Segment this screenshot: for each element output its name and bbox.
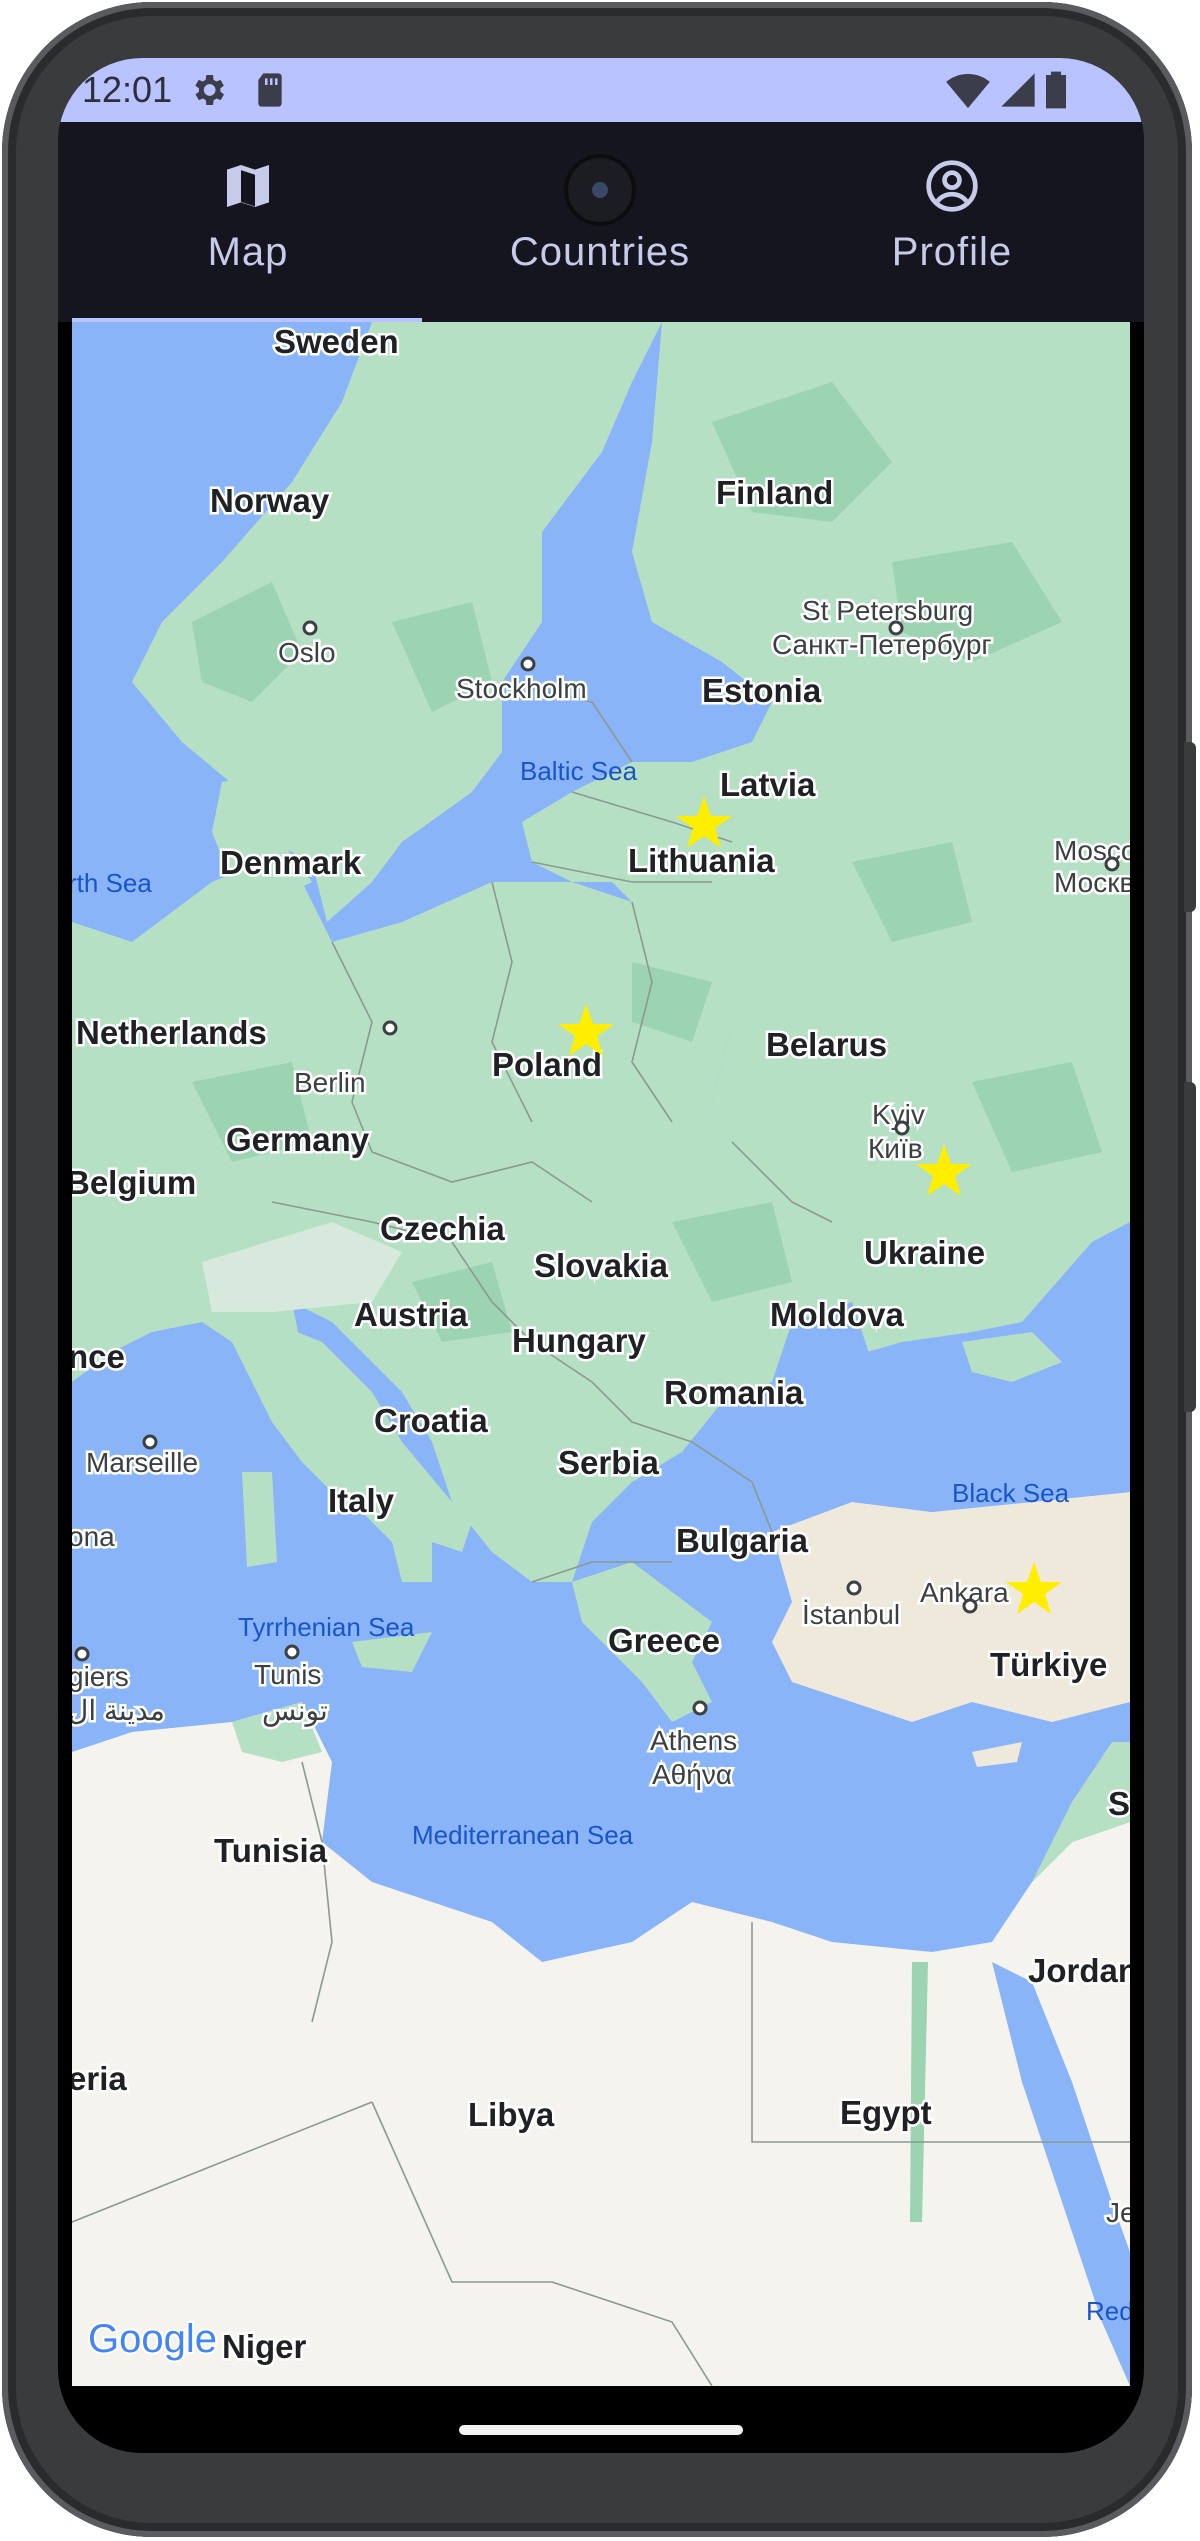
map-view[interactable]: Sweden Norway Finland Estonia Latvia Lit… (72, 322, 1130, 2386)
label-turkiye: Türkiye (990, 1646, 1107, 1683)
label-sweden: Sweden (274, 323, 399, 360)
label-ukraine: Ukraine (864, 1234, 985, 1271)
battery-icon (1046, 71, 1066, 109)
tab-profile[interactable]: Profile (776, 122, 1128, 318)
home-gesture-handle[interactable] (459, 2425, 743, 2435)
label-tunisia: Tunisia (214, 1832, 328, 1869)
label-greece: Greece (608, 1622, 720, 1659)
sim-card-icon (258, 73, 282, 107)
tab-map[interactable]: Map (72, 122, 424, 318)
label-france-partial: nce (72, 1338, 125, 1375)
label-kyiv-ua: Київ (868, 1133, 923, 1164)
land-sardinia (242, 1472, 277, 1567)
label-estonia: Estonia (702, 672, 822, 709)
front-camera (568, 158, 632, 222)
google-logo: Google (88, 2317, 217, 2361)
power-button (1184, 742, 1196, 912)
label-italy: Italy (328, 1482, 395, 1519)
label-mediterranean-sea: Mediterranean Sea (412, 1820, 634, 1850)
screen: 12:01 Map Countries Profile Sweden Norwa… (58, 58, 1144, 2453)
label-denmark: Denmark (220, 844, 362, 881)
label-jeddah-partial: Je (1106, 2197, 1130, 2228)
tab-countries-label: Countries (509, 230, 691, 274)
label-lithuania: Lithuania (628, 842, 775, 879)
label-marseille: Marseille (86, 1447, 198, 1478)
label-stockholm: Stockholm (456, 673, 587, 704)
gear-icon (195, 75, 224, 105)
label-netherlands: Netherlands (76, 1014, 267, 1051)
navigation-bar (58, 2386, 1144, 2453)
label-athens: Athens (650, 1725, 737, 1756)
label-slovakia: Slovakia (534, 1247, 669, 1284)
label-algeria-partial: eria (72, 2060, 127, 2097)
label-egypt: Egypt (840, 2094, 932, 2131)
label-sankt-peterburg: Санкт-Петербург (772, 629, 992, 660)
status-bar: 12:01 (58, 58, 1144, 122)
label-belgium: Belgium (72, 1164, 196, 1201)
volume-rocker (1184, 1082, 1196, 1412)
label-tyrrhenian-sea: Tyrrhenian Sea (238, 1612, 415, 1642)
label-romania: Romania (664, 1374, 804, 1411)
label-syria-partial: S (1108, 1785, 1130, 1822)
label-barcelona-partial: ona (72, 1521, 115, 1552)
label-tunis: Tunis (254, 1659, 321, 1690)
tab-map-label: Map (207, 230, 289, 274)
label-finland: Finland (716, 474, 833, 511)
label-st-petersburg: St Petersburg (802, 595, 973, 626)
label-oslo: Oslo (278, 637, 336, 668)
label-north-sea-partial: rth Sea (72, 868, 152, 898)
map-canvas[interactable]: Sweden Norway Finland Estonia Latvia Lit… (72, 322, 1130, 2386)
label-belarus: Belarus (766, 1026, 887, 1063)
label-niger: Niger (222, 2328, 307, 2365)
label-croatia: Croatia (374, 1402, 488, 1439)
label-istanbul: İstanbul (802, 1599, 900, 1630)
status-time: 12:01 (82, 69, 173, 110)
label-algiers-ar-partial: مدينة ال (72, 1695, 165, 1726)
label-norway: Norway (210, 482, 330, 519)
cell-signal-icon (1001, 73, 1035, 107)
label-baltic-sea: Baltic Sea (520, 756, 638, 786)
account-circle-icon (926, 160, 978, 212)
label-berlin: Berlin (294, 1067, 366, 1098)
label-moskva: Москва (1054, 867, 1130, 898)
label-bulgaria: Bulgaria (676, 1522, 809, 1559)
label-germany: Germany (226, 1121, 370, 1158)
label-czechia: Czechia (380, 1210, 505, 1247)
label-black-sea: Black Sea (952, 1478, 1070, 1508)
label-red-sea-partial: Red (1086, 2296, 1130, 2326)
label-austria: Austria (354, 1296, 468, 1333)
label-tunis-ar: تونس (262, 1695, 328, 1727)
phone-frame: 12:01 Map Countries Profile Sweden Norwa… (2, 2, 1196, 2537)
top-tab-bar: Map Countries Profile (58, 122, 1144, 324)
label-jordan: Jordan (1028, 1952, 1130, 1989)
label-hungary: Hungary (512, 1322, 647, 1359)
label-latvia: Latvia (720, 766, 816, 803)
label-athina: Αθήνα (652, 1759, 732, 1790)
map-icon (227, 165, 269, 207)
label-serbia: Serbia (558, 1444, 660, 1481)
label-algiers-partial: giers (72, 1661, 129, 1692)
tab-profile-label: Profile (891, 230, 1013, 274)
label-poland: Poland (492, 1046, 602, 1083)
label-libya: Libya (468, 2096, 555, 2133)
wifi-icon (946, 74, 990, 109)
label-moldova: Moldova (770, 1296, 904, 1333)
